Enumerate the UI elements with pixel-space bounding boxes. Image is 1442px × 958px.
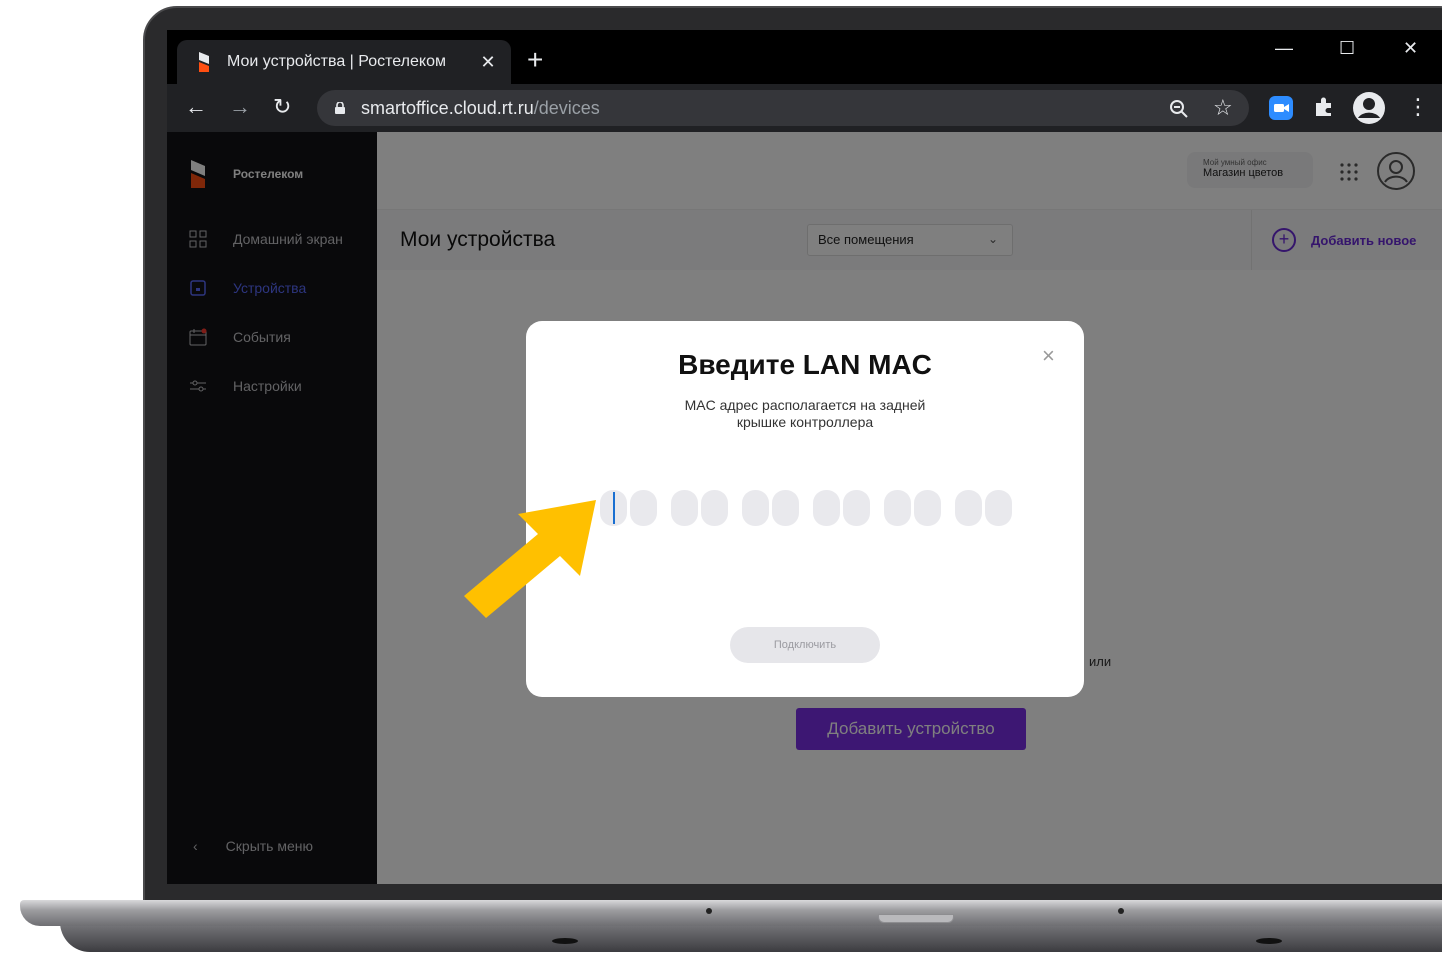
laptop-base-top — [20, 900, 1442, 926]
connect-button[interactable]: Подключить — [730, 627, 880, 663]
mac-cell[interactable] — [701, 490, 728, 526]
laptop-foot — [1256, 938, 1282, 944]
rostelecom-favicon-icon — [199, 52, 209, 72]
laptop-base — [20, 900, 1442, 958]
pointer-arrow-icon — [456, 500, 596, 618]
url-path: /devices — [533, 97, 600, 118]
lock-icon — [335, 102, 345, 114]
text-cursor — [613, 492, 615, 524]
laptop-foot — [552, 938, 578, 944]
mac-cell[interactable] — [955, 490, 982, 526]
mac-cell[interactable] — [671, 490, 698, 526]
mac-cell[interactable] — [630, 490, 657, 526]
laptop-dot — [706, 908, 712, 914]
extensions-puzzle-icon[interactable] — [1313, 96, 1335, 118]
laptop-base-bottom — [60, 922, 1442, 952]
profile-avatar-icon[interactable] — [1353, 92, 1385, 124]
mac-cell[interactable] — [600, 490, 627, 526]
close-window-button[interactable]: ✕ — [1403, 38, 1418, 59]
modal-title: Введите LAN MAC — [678, 349, 932, 380]
bookmark-star-icon[interactable]: ☆ — [1213, 95, 1233, 121]
screen: Мои устройства | Ростелеком ✕ + — ☐ ✕ ← … — [167, 30, 1442, 884]
reload-icon[interactable]: ↻ — [273, 96, 291, 118]
tab-title: Мои устройства | Ростелеком — [227, 53, 446, 70]
address-bar[interactable]: smartoffice.cloud.rt.ru/devices ☆ — [317, 90, 1249, 126]
browser-menu-icon[interactable]: ⋮ — [1407, 96, 1429, 118]
browser-tab-bar: Мои устройства | Ростелеком ✕ + — ☐ ✕ — [167, 30, 1442, 84]
mac-modal: × Введите LAN MAC MAC адрес располагаетс… — [526, 321, 1084, 697]
zoom-icon[interactable] — [1169, 99, 1189, 119]
url-host: smartoffice.cloud.rt.ru — [361, 97, 534, 118]
mac-cell[interactable] — [742, 490, 769, 526]
smart-office-app: Ростелеком Домашний экран Устройства Соб… — [167, 132, 1442, 884]
mac-cell[interactable] — [772, 490, 799, 526]
mac-cell[interactable] — [813, 490, 840, 526]
maximize-button[interactable]: ☐ — [1339, 38, 1355, 59]
browser-toolbar: ← → ↻ smartoffice.cloud.rt.ru/devices ☆ … — [167, 84, 1442, 132]
forward-arrow-icon[interactable]: → — [229, 96, 251, 118]
new-tab-button[interactable]: + — [527, 46, 543, 74]
back-arrow-icon[interactable]: ← — [185, 96, 207, 118]
mac-cell[interactable] — [884, 490, 911, 526]
mac-cell[interactable] — [843, 490, 870, 526]
laptop-hinge-notch — [878, 914, 954, 923]
mac-input[interactable] — [600, 490, 1015, 526]
mac-cell[interactable] — [985, 490, 1012, 526]
browser-tab[interactable]: Мои устройства | Ростелеком ✕ — [177, 40, 511, 84]
laptop-dot — [1118, 908, 1124, 914]
minimize-button[interactable]: — — [1275, 38, 1293, 59]
tab-close-icon[interactable]: ✕ — [473, 52, 503, 73]
modal-subtitle: MAC адрес располагается на задней крышке… — [684, 397, 926, 430]
mac-cell[interactable] — [914, 490, 941, 526]
zoom-meeting-icon[interactable] — [1269, 96, 1293, 120]
